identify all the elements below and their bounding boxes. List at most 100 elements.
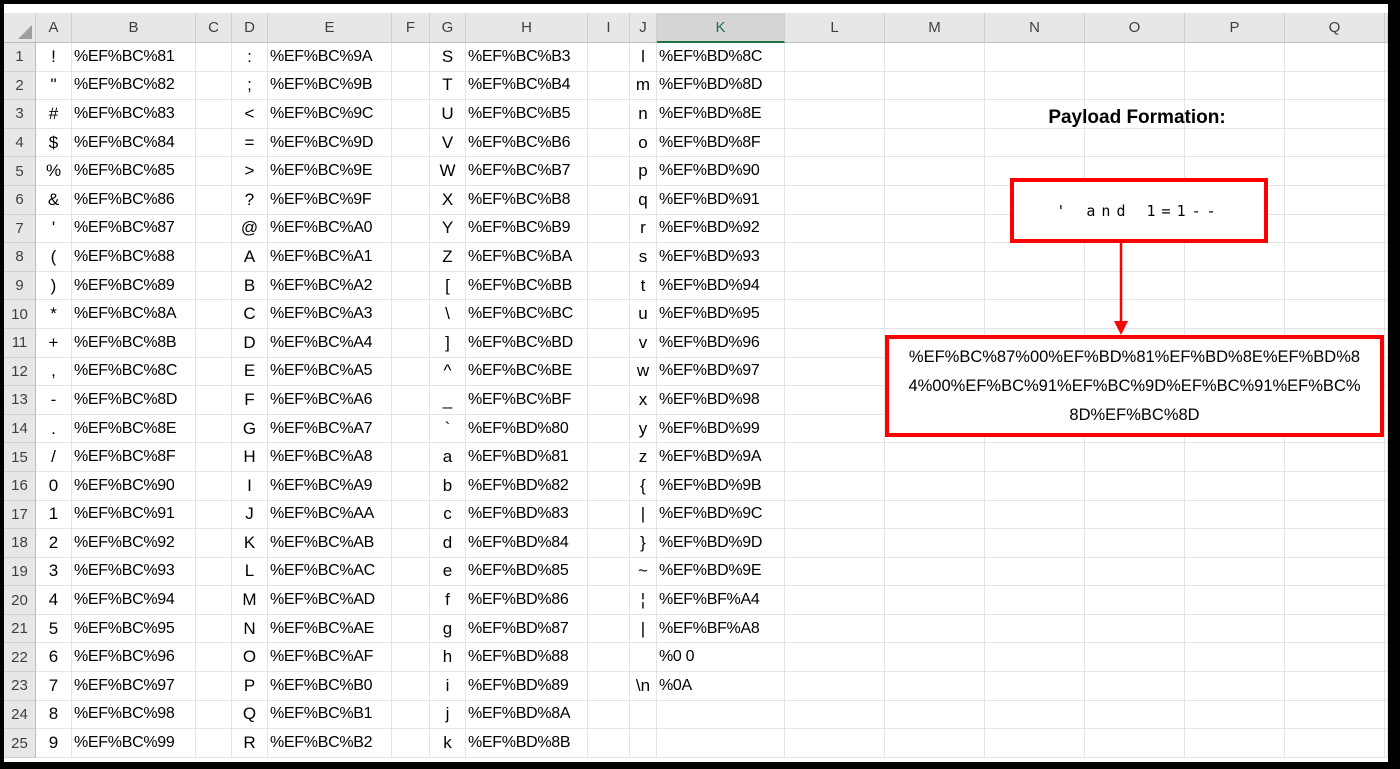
cell-n14[interactable] [985,414,1085,444]
cell-q6[interactable] [1285,185,1385,215]
cell-f5[interactable] [392,157,430,186]
cell-h17[interactable]: %EF%BD%83 [466,500,588,530]
cell-c13[interactable] [196,386,232,415]
cell-a19[interactable]: 3 [36,557,72,587]
cell-f24[interactable] [392,700,430,730]
cell-g10[interactable]: \ [430,300,466,329]
cell-d20[interactable]: M [232,586,268,615]
cell-l1[interactable] [785,43,885,72]
cell-l12[interactable] [785,357,885,387]
cell-m18[interactable] [885,529,985,558]
cell-l19[interactable] [785,557,885,587]
cell-d24[interactable]: Q [232,700,268,730]
cell-e7[interactable]: %EF%BC%A0 [268,214,392,244]
cell-f15[interactable] [392,443,430,472]
cell-m16[interactable] [885,471,985,501]
cell-m22[interactable] [885,643,985,673]
cell-c8[interactable] [196,243,232,272]
cell-m5[interactable] [885,157,985,186]
cell-b11[interactable]: %EF%BC%8B [72,328,196,358]
cell-g18[interactable]: d [430,529,466,558]
cell-m23[interactable] [885,672,985,701]
column-header-l[interactable]: L [785,13,885,43]
cell-o23[interactable] [1085,672,1185,701]
cell-d6[interactable]: ? [232,185,268,215]
cell-j1[interactable]: l [630,43,657,72]
cell-j24[interactable] [630,700,657,730]
cell-i10[interactable] [588,300,630,329]
cell-l5[interactable] [785,157,885,186]
cell-l18[interactable] [785,529,885,558]
cell-l10[interactable] [785,300,885,329]
cell-p18[interactable] [1185,529,1285,558]
row-header-17[interactable]: 17 [4,500,36,530]
cell-j14[interactable]: y [630,414,657,444]
cell-m1[interactable] [885,43,985,72]
cell-j16[interactable]: { [630,471,657,501]
cell-h3[interactable]: %EF%BC%B5 [466,100,588,129]
cell-a13[interactable]: - [36,386,72,415]
cell-e11[interactable]: %EF%BC%A4 [268,328,392,358]
cell-e14[interactable]: %EF%BC%A7 [268,414,392,444]
cell-l21[interactable] [785,614,885,644]
cell-k1[interactable]: %EF%BD%8C [657,43,785,72]
cell-e18[interactable]: %EF%BC%AB [268,529,392,558]
cell-h8[interactable]: %EF%BC%BA [466,243,588,272]
cell-m12[interactable] [885,357,985,387]
cell-q4[interactable] [1285,128,1385,158]
cell-f4[interactable] [392,128,430,158]
cell-d17[interactable]: J [232,500,268,530]
cell-b22[interactable]: %EF%BC%96 [72,643,196,673]
cell-e12[interactable]: %EF%BC%A5 [268,357,392,387]
cell-i2[interactable] [588,71,630,101]
cell-i7[interactable] [588,214,630,244]
cell-p24[interactable] [1185,700,1285,730]
cell-o2[interactable] [1085,71,1185,101]
cell-f3[interactable] [392,100,430,129]
cell-l8[interactable] [785,243,885,272]
cell-o18[interactable] [1085,529,1185,558]
cell-d19[interactable]: L [232,557,268,587]
column-header-q[interactable]: Q [1285,13,1385,43]
cell-l4[interactable] [785,128,885,158]
cell-k3[interactable]: %EF%BD%8E [657,100,785,129]
row-header-3[interactable]: 3 [4,100,36,129]
cell-j10[interactable]: u [630,300,657,329]
cell-n11[interactable] [985,328,1085,358]
cell-h5[interactable]: %EF%BC%B7 [466,157,588,186]
cell-m25[interactable] [885,729,985,758]
row-header-6[interactable]: 6 [4,185,36,215]
cell-o15[interactable] [1085,443,1185,472]
cell-q9[interactable] [1285,271,1385,301]
cell-a20[interactable]: 4 [36,586,72,615]
column-header-a[interactable]: A [36,13,72,43]
row-header-19[interactable]: 19 [4,557,36,587]
cell-a21[interactable]: 5 [36,614,72,644]
cell-q1[interactable] [1285,43,1385,72]
cell-p3[interactable] [1185,100,1285,129]
cell-m8[interactable] [885,243,985,272]
cell-i24[interactable] [588,700,630,730]
cell-p9[interactable] [1185,271,1285,301]
cell-k14[interactable]: %EF%BD%99 [657,414,785,444]
cell-k17[interactable]: %EF%BD%9C [657,500,785,530]
cell-p15[interactable] [1185,443,1285,472]
cell-i12[interactable] [588,357,630,387]
cell-b15[interactable]: %EF%BC%8F [72,443,196,472]
cell-n18[interactable] [985,529,1085,558]
row-header-13[interactable]: 13 [4,386,36,415]
cell-c24[interactable] [196,700,232,730]
cell-o19[interactable] [1085,557,1185,587]
cell-o1[interactable] [1085,43,1185,72]
cell-m7[interactable] [885,214,985,244]
cell-o25[interactable] [1085,729,1185,758]
cell-g3[interactable]: U [430,100,466,129]
cell-f13[interactable] [392,386,430,415]
cell-d5[interactable]: > [232,157,268,186]
cell-n15[interactable] [985,443,1085,472]
column-header-g[interactable]: G [430,13,466,43]
cell-o17[interactable] [1085,500,1185,530]
cell-n9[interactable] [985,271,1085,301]
cell-i11[interactable] [588,328,630,358]
cell-a2[interactable]: " [36,71,72,101]
